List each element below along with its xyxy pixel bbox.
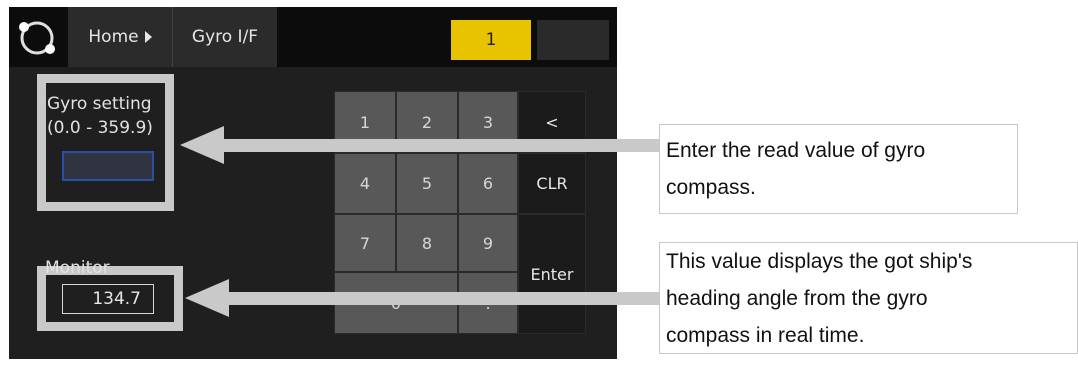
key-7[interactable]: 7 [334,214,396,272]
monitor-callout-line1: This value displays the got ship's [666,250,973,273]
gyro-callout-arrow [180,126,660,164]
monitor-callout-line3: compass in real time. [666,324,865,347]
monitor-title: Monitor [45,258,110,278]
monitor-callout-arrow [185,279,660,317]
breadcrumb-gyro-if[interactable]: Gyro I/F [173,7,277,67]
key-9[interactable]: 9 [458,214,518,272]
monitor-callout-line2: heading angle from the gyro [666,287,928,310]
chevron-right-icon [144,31,152,43]
gyro-callout: Enter the read value of gyro compass. [659,124,1018,214]
status-indicator-empty[interactable] [537,20,609,60]
status-indicator[interactable]: 1 [451,20,531,60]
gyro-setting-title: Gyro setting [47,94,152,114]
menu-ring-icon[interactable] [17,18,57,58]
monitor-callout: This value displays the got ship's headi… [659,242,1078,354]
gyro-callout-line1: Enter the read value of gyro [666,139,926,162]
home-button[interactable]: Home [68,7,173,67]
gyro-setting-range: (0.0 - 359.9) [47,118,153,138]
key-8[interactable]: 8 [396,214,458,272]
top-bar: Home Gyro I/F 1 [9,7,617,67]
gyro-callout-line2: compass. [666,176,756,199]
home-label: Home [88,27,139,47]
monitor-value: 134.7 [62,284,154,314]
gyro-setting-input[interactable] [62,151,154,181]
